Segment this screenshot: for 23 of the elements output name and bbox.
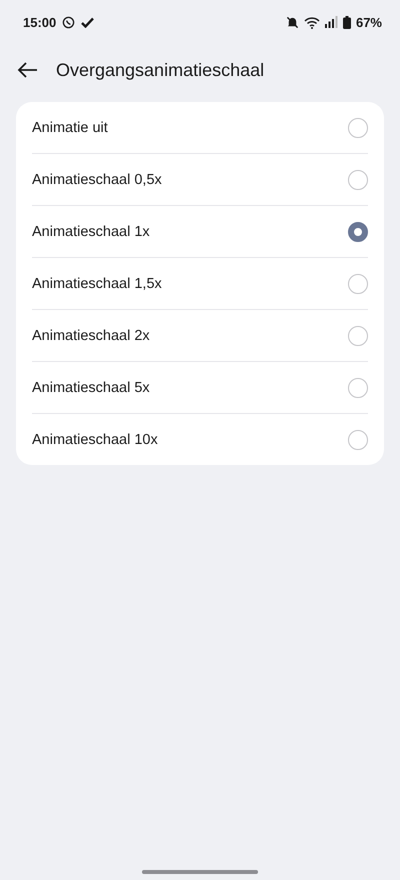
radio-button[interactable]	[348, 274, 368, 294]
option-label[interactable]: Animatieschaal 1x	[32, 224, 150, 240]
check-icon	[81, 16, 94, 28]
wifi-icon	[304, 16, 320, 28]
option-label[interactable]: Animatieschaal 5x	[32, 380, 150, 396]
option-label[interactable]: Animatieschaal 10x	[32, 432, 158, 448]
radio-button[interactable]	[348, 326, 368, 346]
option-label[interactable]: Animatieschaal 0,5x	[32, 172, 162, 188]
muted-bell-icon	[286, 16, 299, 28]
radio-button[interactable]	[348, 430, 368, 450]
radio-button[interactable]	[348, 378, 368, 398]
page-title: Overgangsanimatieschaal	[56, 60, 264, 80]
option-label[interactable]: Animatie uit	[32, 120, 108, 136]
option-label[interactable]: Animatieschaal 2x	[32, 328, 150, 344]
option-label[interactable]: Animatieschaal 1,5x	[32, 276, 162, 292]
chat-icon	[62, 16, 76, 28]
clock: 15:00	[23, 14, 56, 30]
radio-button[interactable]	[348, 222, 368, 242]
radio-button[interactable]	[348, 118, 368, 138]
battery-icon	[342, 16, 351, 28]
signal-icon	[324, 16, 338, 28]
radio-button[interactable]	[348, 170, 368, 190]
battery-level: 67%	[356, 14, 382, 30]
